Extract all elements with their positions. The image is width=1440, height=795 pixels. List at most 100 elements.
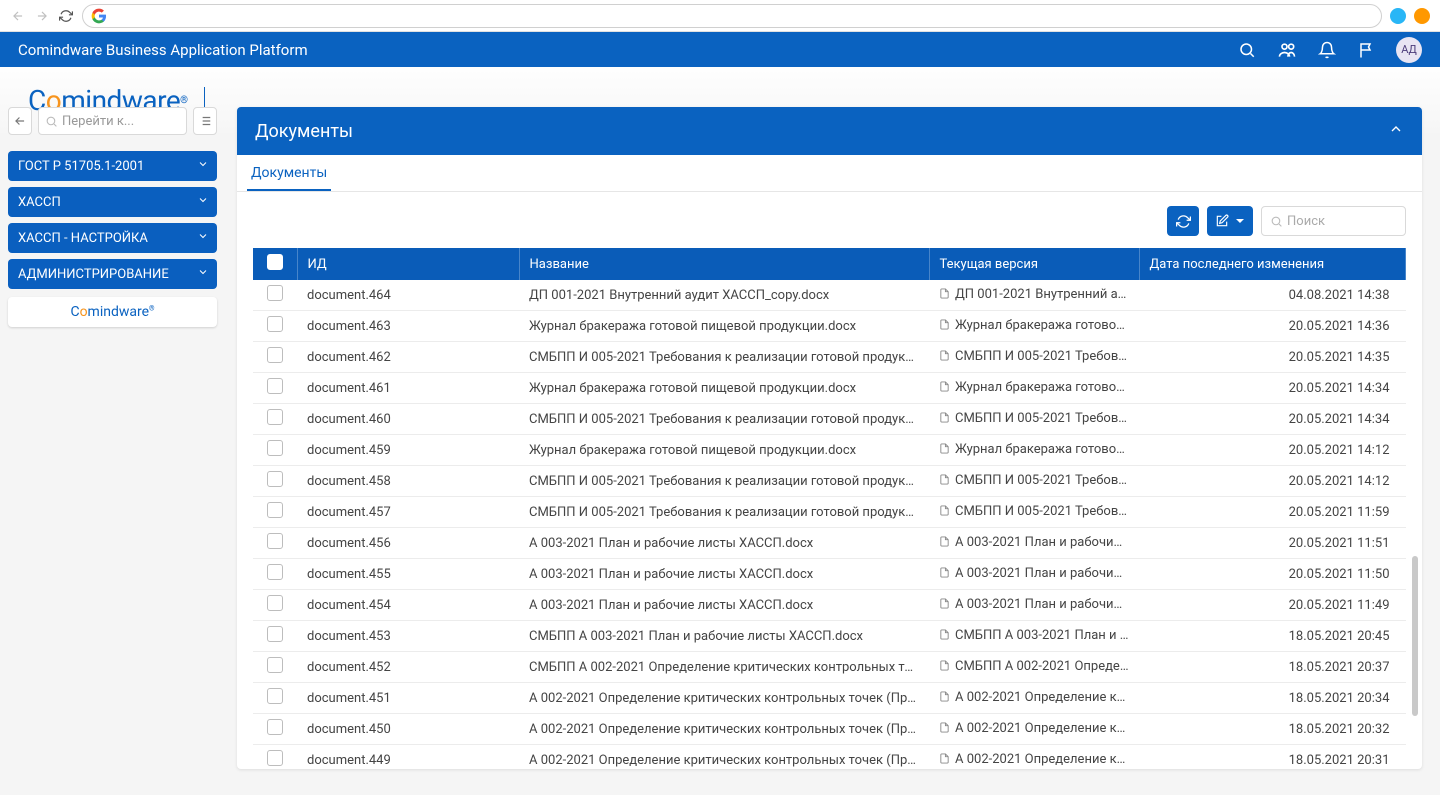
back-button[interactable] [10, 8, 26, 24]
table-row[interactable]: document.458СМБПП И 005-2021 Требования … [253, 466, 1406, 497]
users-icon[interactable] [1276, 39, 1298, 61]
row-checkbox[interactable] [267, 688, 283, 704]
table-row[interactable]: document.462СМБПП И 005-2021 Требования … [253, 342, 1406, 373]
row-checkbox[interactable] [267, 378, 283, 394]
avatar[interactable]: АД [1396, 37, 1422, 63]
tab-documents[interactable]: Документы [247, 155, 331, 191]
table-row[interactable]: document.456А 003-2021 План и рабочие ли… [253, 528, 1406, 559]
cell-version: Журнал бракеража готовой пи… [929, 311, 1139, 342]
cell-id: document.454 [297, 590, 519, 621]
file-icon [939, 381, 951, 396]
sidebar-search[interactable]: Перейти к... [38, 107, 187, 135]
table-row[interactable]: document.452СМБПП А 002-2021 Определение… [253, 652, 1406, 683]
cell-version: А 002-2021 Определение крити… [929, 745, 1139, 770]
cell-id: document.449 [297, 745, 519, 770]
sidebar-item[interactable]: ХАССП [8, 187, 217, 217]
collapse-icon[interactable] [8, 107, 32, 135]
table-row[interactable]: document.463Журнал бракеража готовой пищ… [253, 311, 1406, 342]
cell-version: СМБПП А 003-2021 План и рабо… [929, 621, 1139, 652]
cell-date: 18.05.2021 20:45 [1139, 621, 1406, 652]
browser-chrome [0, 0, 1440, 32]
cell-version: А 003-2021 План и рабочие лис… [929, 559, 1139, 590]
cell-version: А 002-2021 Определение крити… [929, 683, 1139, 714]
cell-date: 18.05.2021 20:34 [1139, 683, 1406, 714]
row-checkbox[interactable] [267, 285, 283, 301]
edit-button[interactable] [1207, 206, 1253, 236]
file-icon [939, 350, 951, 365]
cell-name: Журнал бракеража готовой пищевой продукц… [519, 435, 929, 466]
file-icon [939, 443, 951, 458]
file-icon [939, 660, 951, 675]
scrollbar-thumb[interactable] [1412, 556, 1418, 716]
file-icon [939, 412, 951, 427]
cell-date: 20.05.2021 14:34 [1139, 373, 1406, 404]
table-row[interactable]: document.457СМБПП И 005-2021 Требования … [253, 497, 1406, 528]
cell-date: 18.05.2021 20:32 [1139, 714, 1406, 745]
cell-date: 20.05.2021 14:34 [1139, 404, 1406, 435]
table-row[interactable]: document.450А 002-2021 Определение крити… [253, 714, 1406, 745]
sidebar-item[interactable]: ГОСТ Р 51705.1-2001 [8, 151, 217, 181]
row-checkbox[interactable] [267, 471, 283, 487]
address-bar[interactable] [82, 4, 1382, 28]
header-version[interactable]: Текущая версия [929, 248, 1139, 280]
main: Документы Документы Поиск [225, 107, 1440, 769]
bell-icon[interactable] [1316, 39, 1338, 61]
table-row[interactable]: document.464ДП 001-2021 Внутренний аудит… [253, 280, 1406, 311]
table-row[interactable]: document.460СМБПП И 005-2021 Требования … [253, 404, 1406, 435]
row-checkbox[interactable] [267, 533, 283, 549]
reload-button[interactable] [58, 8, 74, 24]
table-row[interactable]: document.454А 003-2021 План и рабочие ли… [253, 590, 1406, 621]
file-icon [939, 567, 951, 582]
sidebar-footer-logo[interactable]: Comindware® [8, 297, 217, 327]
sidebar-item[interactable]: ХАССП - НАСТРОЙКА [8, 223, 217, 253]
cell-date: 20.05.2021 14:12 [1139, 466, 1406, 497]
search-icon[interactable] [1236, 39, 1258, 61]
row-checkbox[interactable] [267, 719, 283, 735]
chevron-down-icon [197, 194, 209, 210]
cell-id: document.463 [297, 311, 519, 342]
row-checkbox[interactable] [267, 595, 283, 611]
sidebar-item[interactable]: АДМИНИСТРИРОВАНИЕ [8, 259, 217, 289]
header-id[interactable]: ИД [297, 248, 519, 280]
row-checkbox[interactable] [267, 750, 283, 766]
cell-version: ДП 001-2021 Внутренний аудит … [929, 280, 1139, 311]
table-row[interactable]: document.449 А 002-2021 Определение крити… [253, 745, 1406, 770]
cell-name: СМБПП И 005-2021 Требования к реализации… [519, 342, 929, 373]
table-row[interactable]: document.455 А 003-2021 План и рабочие ли… [253, 559, 1406, 590]
list-icon[interactable] [193, 107, 217, 135]
row-checkbox[interactable] [267, 347, 283, 363]
row-checkbox[interactable] [267, 440, 283, 456]
file-icon [939, 598, 951, 613]
cell-name: СМБПП А 002-2021 Определение критических… [519, 652, 929, 683]
cell-id: document.450 [297, 714, 519, 745]
header-name[interactable]: Название [519, 248, 929, 280]
file-icon [939, 629, 951, 644]
grid-search[interactable]: Поиск [1261, 206, 1406, 236]
cell-date: 20.05.2021 11:50 [1139, 559, 1406, 590]
flag-icon[interactable] [1356, 39, 1378, 61]
row-checkbox[interactable] [267, 409, 283, 425]
row-checkbox[interactable] [267, 564, 283, 580]
table-row[interactable]: document.459Журнал бракеража готовой пищ… [253, 435, 1406, 466]
toolbar: Поиск [237, 192, 1422, 248]
row-checkbox[interactable] [267, 316, 283, 332]
file-icon [939, 319, 951, 334]
table-row[interactable]: document.451А 002-2021 Определение крити… [253, 683, 1406, 714]
cell-version: СМБПП И 005-2021 Требования… [929, 497, 1139, 528]
cell-date: 20.05.2021 11:59 [1139, 497, 1406, 528]
header-checkbox[interactable] [253, 248, 297, 280]
cell-id: document.455 [297, 559, 519, 590]
chevron-down-icon [197, 230, 209, 246]
row-checkbox[interactable] [267, 502, 283, 518]
extension-icon[interactable] [1414, 8, 1430, 24]
row-checkbox[interactable] [267, 626, 283, 642]
header-modified[interactable]: Дата последнего изменения [1139, 248, 1406, 280]
extension-icon[interactable] [1390, 8, 1406, 24]
table-row[interactable]: document.461Журнал бракеража готовой пищ… [253, 373, 1406, 404]
refresh-button[interactable] [1167, 206, 1199, 236]
app-bar: Comindware Business Application Platform… [0, 32, 1440, 67]
row-checkbox[interactable] [267, 657, 283, 673]
table-row[interactable]: document.453СМБПП А 003-2021 План и рабо… [253, 621, 1406, 652]
collapse-panel-icon[interactable] [1388, 121, 1404, 142]
forward-button[interactable] [34, 8, 50, 24]
